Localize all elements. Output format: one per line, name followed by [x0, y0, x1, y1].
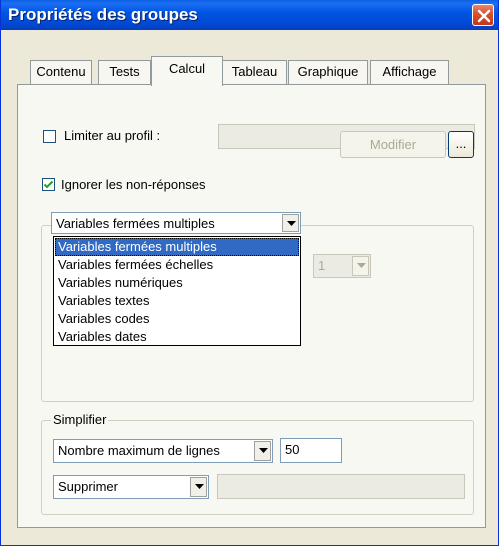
- ignore-nonresponses-checkbox[interactable]: [42, 178, 55, 191]
- limit-profile-checkbox[interactable]: [43, 130, 56, 143]
- dropdown-option[interactable]: Variables textes: [55, 292, 299, 310]
- dropdown-option[interactable]: Variables codes: [55, 310, 299, 328]
- dropdown-option[interactable]: Variables numériques: [55, 274, 299, 292]
- tab-graphique[interactable]: Graphique: [288, 60, 368, 84]
- chevron-down-icon: [195, 484, 204, 489]
- simplify-action-select[interactable]: Supprimer: [53, 475, 209, 499]
- browse-button[interactable]: ...: [448, 131, 474, 158]
- simplify-mode-dropdown-button[interactable]: [254, 441, 271, 461]
- small-select[interactable]: 1: [313, 254, 371, 278]
- max-lines-input[interactable]: 50: [280, 438, 342, 463]
- window-title: Propriétés des groupes: [8, 5, 198, 24]
- tab-tests[interactable]: Tests: [98, 60, 151, 84]
- simplify-action-dropdown-button[interactable]: [190, 477, 207, 497]
- close-icon: [477, 9, 491, 23]
- variable-type-dropdown-list[interactable]: Variables fermées multiples Variables fe…: [53, 236, 301, 346]
- tab-contenu[interactable]: Contenu: [30, 60, 92, 84]
- simplify-groupbox: [41, 420, 474, 515]
- simplify-mode-select[interactable]: Nombre maximum de lignes: [53, 439, 273, 463]
- simplify-legend: Simplifier: [51, 412, 109, 427]
- dropdown-option[interactable]: Variables dates: [55, 328, 299, 346]
- chevron-down-icon: [287, 221, 296, 226]
- variable-type-select[interactable]: Variables fermées multiples: [51, 212, 301, 234]
- chevron-down-icon: [357, 263, 366, 268]
- close-button[interactable]: [472, 4, 494, 26]
- dropdown-option[interactable]: Variables fermées échelles: [55, 256, 299, 274]
- tab-calcul[interactable]: Calcul: [151, 56, 223, 86]
- modify-button[interactable]: Modifier: [340, 131, 446, 158]
- chevron-down-icon: [259, 448, 268, 453]
- variable-type-dropdown-button[interactable]: [282, 214, 299, 232]
- dropdown-option[interactable]: Variables fermées multiples: [55, 238, 299, 256]
- checkmark-icon: [43, 180, 54, 189]
- limit-profile-label: Limiter au profil :: [64, 128, 161, 143]
- ignore-nonresponses-label: Ignorer les non-réponses: [61, 177, 206, 192]
- dialog-window: Propriétés des groupes Contenu Tests Cal…: [0, 0, 499, 546]
- tab-tableau[interactable]: Tableau: [222, 60, 287, 84]
- simplify-action-extra-field[interactable]: [217, 474, 465, 499]
- tab-affichage[interactable]: Affichage: [370, 60, 449, 84]
- small-select-dropdown-button[interactable]: [352, 256, 369, 276]
- title-bar[interactable]: Propriétés des groupes: [1, 0, 498, 30]
